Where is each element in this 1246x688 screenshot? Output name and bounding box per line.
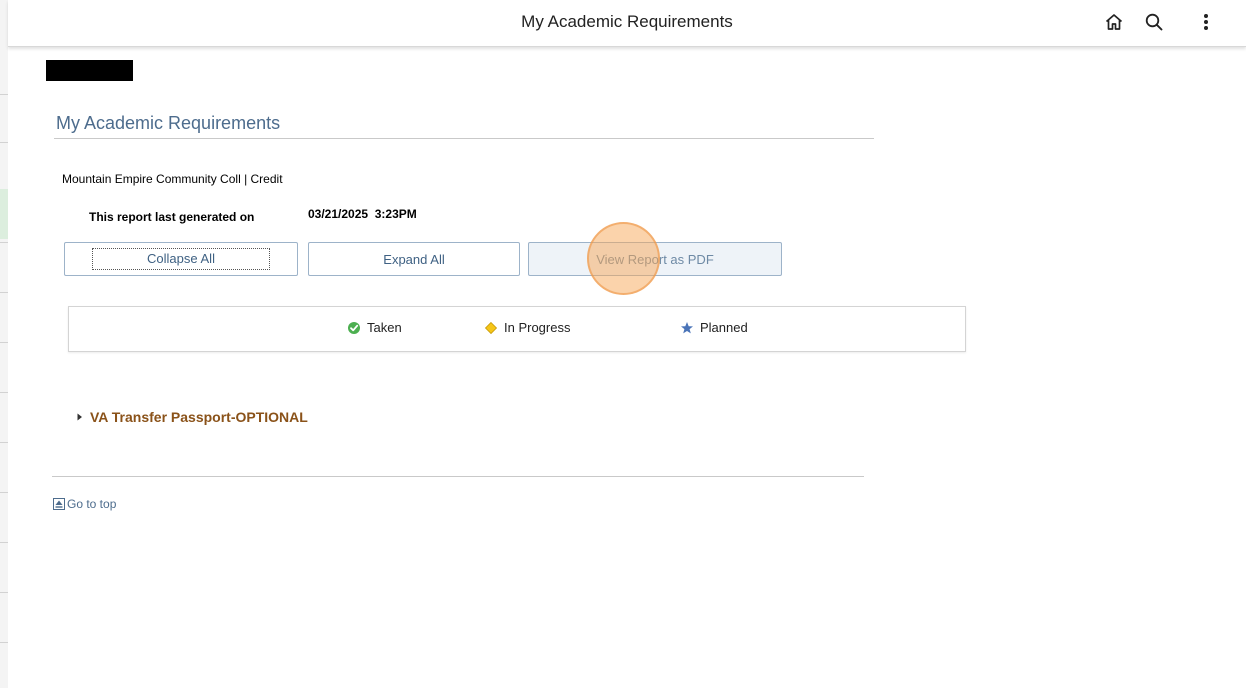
in-progress-diamond-icon	[484, 321, 498, 334]
status-legend: Taken In Progress Planned	[68, 306, 966, 352]
title-divider	[54, 138, 874, 139]
legend-planned: Planned	[680, 320, 748, 335]
go-to-top-link[interactable]: Go to top	[53, 497, 116, 511]
home-icon[interactable]	[1102, 10, 1126, 34]
legend-in-progress: In Progress	[484, 320, 570, 335]
header-title: My Academic Requirements	[521, 12, 733, 31]
section-label[interactable]: VA Transfer Passport-OPTIONAL	[90, 409, 308, 425]
expand-all-button[interactable]: Expand All	[308, 242, 520, 276]
rail-divider	[0, 492, 8, 493]
legend-taken: Taken	[347, 320, 402, 335]
more-vertical-icon[interactable]	[1194, 10, 1218, 34]
app-header: My Academic Requirements	[8, 0, 1246, 47]
rail-divider	[0, 442, 8, 443]
rail-divider	[0, 142, 8, 143]
report-generated-label: This report last generated on	[89, 210, 255, 224]
rail-divider	[0, 242, 8, 243]
search-icon[interactable]	[1142, 10, 1166, 34]
rail-divider	[0, 642, 8, 643]
institution-career: Mountain Empire Community Coll | Credit	[62, 172, 283, 186]
collapse-all-button[interactable]: Collapse All	[64, 242, 298, 276]
taken-check-icon	[348, 321, 360, 334]
rail-divider	[0, 342, 8, 343]
rail-divider	[0, 542, 8, 543]
go-to-top-icon	[53, 498, 65, 510]
planned-star-icon	[681, 321, 693, 333]
collapse-all-label: Collapse All	[92, 248, 270, 270]
rail-divider	[0, 94, 8, 95]
legend-in-progress-label: In Progress	[504, 320, 571, 335]
legend-taken-label: Taken	[367, 320, 402, 335]
requirement-section-va-transfer[interactable]: VA Transfer Passport-OPTIONAL	[76, 409, 308, 425]
page-title: My Academic Requirements	[56, 113, 281, 133]
go-to-top-label[interactable]: Go to top	[67, 497, 116, 511]
rail-highlight	[0, 189, 8, 239]
rail-divider	[0, 392, 8, 393]
view-report-pdf-button[interactable]: View Report as PDF	[528, 242, 782, 276]
legend-planned-label: Planned	[700, 320, 748, 335]
report-generated-date: 03/21/2025 3:23PM	[308, 207, 417, 221]
expand-arrow-icon[interactable]	[76, 412, 84, 422]
bottom-divider	[52, 476, 864, 477]
rail-divider	[0, 292, 8, 293]
left-rail	[0, 46, 8, 688]
rail-divider	[0, 592, 8, 593]
redacted-user-name	[46, 60, 133, 81]
